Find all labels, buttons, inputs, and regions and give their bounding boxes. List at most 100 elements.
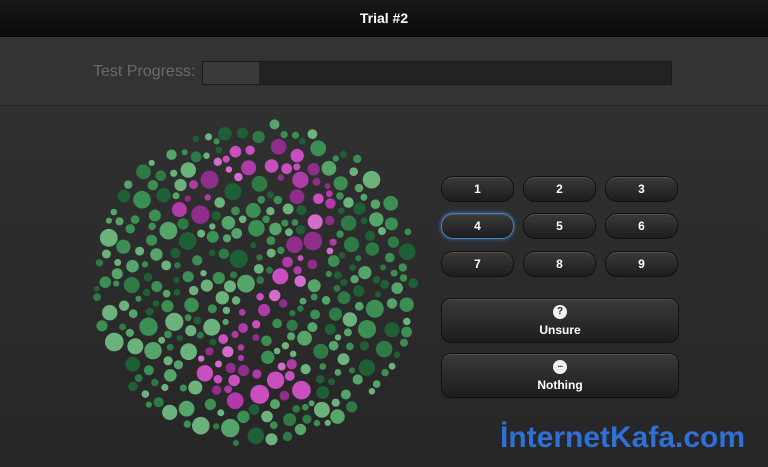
background-dot [145,307,154,316]
figure-dot [237,364,250,377]
figure-dot [225,166,233,173]
background-dot [337,291,351,305]
figure-dot [204,194,211,201]
figure-dot [279,390,290,401]
background-dot [360,217,368,225]
background-dot [360,193,368,201]
background-dot [325,270,332,277]
ellipsis-icon: ··· [553,359,567,374]
background-dot [393,351,401,359]
figure-dot [270,139,287,155]
background-dot [331,398,340,407]
background-dot [328,340,339,351]
background-dot [166,343,174,351]
background-dot [165,312,184,331]
background-dot [272,318,282,329]
figure-dot [303,231,323,251]
figure-dot [293,266,302,275]
background-dot [349,167,359,176]
background-dot [386,298,398,309]
digit-button-6[interactable]: 6 [605,213,678,239]
background-dot [300,364,311,375]
background-dot [248,220,265,237]
background-dot [125,224,135,234]
color-blindness-plate [93,119,419,447]
background-dot [408,278,419,288]
background-dot [310,140,327,157]
background-dot [310,309,321,320]
background-dot [173,289,181,296]
background-dot [266,248,276,258]
background-dot [273,195,283,205]
background-dot [324,323,336,335]
digit-button-4[interactable]: 4 [441,213,514,239]
figure-dot [279,299,288,308]
background-dot [217,409,225,417]
background-dot [141,390,150,398]
digit-button-9[interactable]: 9 [605,251,678,277]
digit-label: 8 [556,257,563,271]
digit-button-5[interactable]: 5 [523,213,596,239]
background-dot [384,217,398,231]
digit-button-1[interactable]: 1 [441,176,514,202]
background-dot [291,131,300,139]
figure-dot [218,334,229,344]
background-dot [197,229,206,238]
figure-dot [229,145,242,158]
digit-button-8[interactable]: 8 [523,251,596,277]
background-dot [399,274,408,282]
figure-dot [238,323,249,333]
digit-button-7[interactable]: 7 [441,251,514,277]
digit-label: 9 [638,257,645,271]
background-dot [398,243,416,261]
digit-label: 5 [556,219,563,233]
figure-dot [231,330,239,339]
background-dot [182,271,194,283]
background-dot [105,217,112,224]
background-dot [161,260,172,271]
background-dot [125,328,134,337]
figure-dot [258,303,271,317]
background-dot [289,310,296,317]
digit-button-3[interactable]: 3 [605,176,678,202]
background-dot [231,296,241,305]
figure-dot [307,214,323,230]
background-dot [388,362,396,370]
background-dot [302,414,312,424]
background-dot [93,285,100,292]
figure-dot [228,374,240,387]
progress-label: Test Progress: [93,63,196,80]
background-dot [117,189,131,203]
background-dot [221,216,236,230]
background-dot [118,300,130,311]
unsure-button[interactable]: ? Unsure [441,298,679,343]
background-dot [403,317,411,326]
background-dot [148,209,161,222]
nothing-button[interactable]: ··· Nothing [441,353,679,398]
background-dot [180,162,196,178]
background-dot [291,219,299,226]
background-dot [177,218,189,230]
background-dot [189,285,199,296]
background-dot [215,291,229,305]
background-dot [204,133,213,141]
background-dot [333,176,348,191]
background-dot [209,249,216,257]
figure-dot [307,163,320,176]
background-dot [357,320,377,339]
background-dot [380,279,390,289]
background-dot [213,138,220,145]
background-dot [178,400,195,417]
figure-dot [284,370,295,381]
figure-dot [222,346,234,358]
background-dot [135,246,145,256]
background-dot [359,341,369,351]
background-dot [365,230,376,241]
digit-button-2[interactable]: 2 [523,176,596,202]
background-dot [185,325,197,337]
background-dot [378,227,386,236]
figure-dot [225,362,236,374]
background-dot [231,228,243,239]
figure-dot [252,320,261,329]
background-dot [143,365,154,376]
